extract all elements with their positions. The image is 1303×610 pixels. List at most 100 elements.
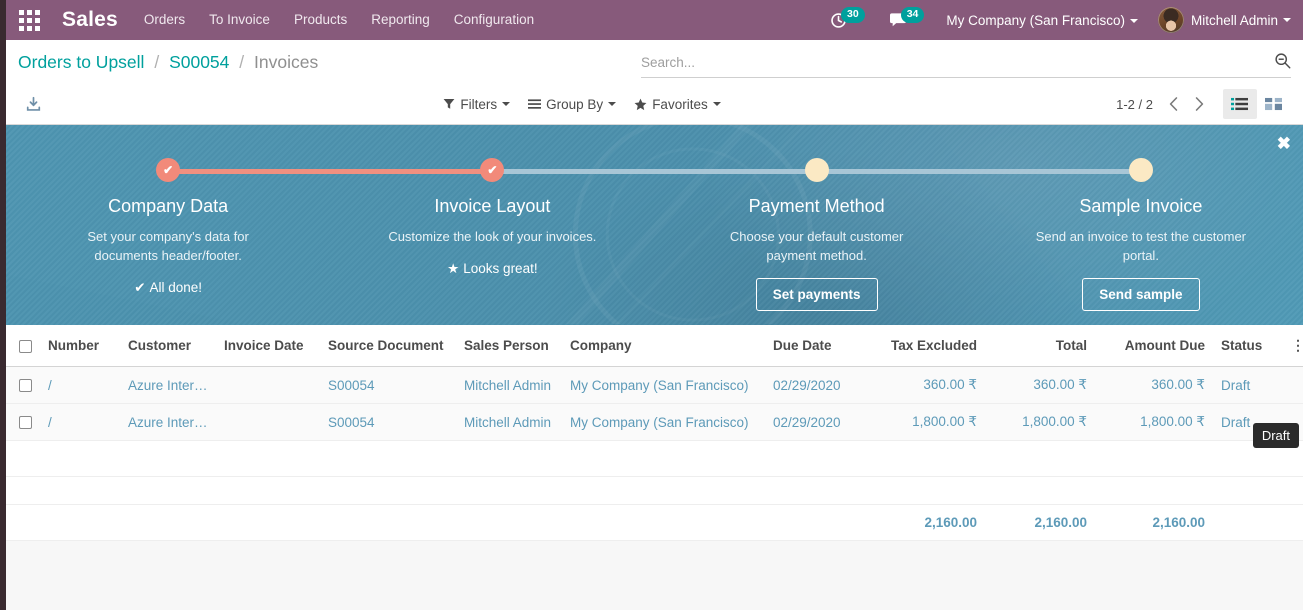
list-view-icon[interactable] [1222,89,1257,119]
column-header-company[interactable]: Company [562,325,765,367]
step-status-dot-done[interactable]: ✔ [480,158,505,182]
cell-invoice-date [216,366,320,404]
pager-previous-button[interactable] [1161,90,1187,118]
chevron-down-icon [1283,18,1291,22]
main-menu: Orders To Invoice Products Reporting Con… [132,0,546,40]
menu-item-configuration[interactable]: Configuration [442,0,546,40]
cell-total: 360.00 ₹ [985,366,1095,404]
menu-item-to-invoice[interactable]: To Invoice [197,0,282,40]
pager-value[interactable]: 1-2 / 2 [1116,97,1161,112]
pager-next-button[interactable] [1187,90,1213,118]
cell-due-date: 02/29/2020 [765,403,857,441]
step-status-label: All done! [149,279,203,295]
column-header-total[interactable]: Total [985,325,1095,367]
apps-menu-button[interactable] [6,0,52,40]
table-header-row: Number Customer Invoice Date Source Docu… [6,325,1303,367]
table-empty-row [6,476,1303,505]
totals-total: 2,160.00 [985,504,1095,541]
cell-source-document: S00054 [320,366,456,404]
row-options-cell [1283,366,1303,404]
breadcrumb-item-order[interactable]: S00054 [169,52,229,72]
invoice-list-view: Draft Number Customer Invoice Date Sourc… [6,325,1303,601]
download-icon[interactable] [18,89,48,119]
search-icon[interactable] [1274,52,1291,74]
totals-label-cell [6,504,857,541]
breadcrumb-separator: / [239,52,245,72]
column-header-source-document[interactable]: Source Document [320,325,456,367]
status-badge: Draft [1213,366,1283,404]
column-header-invoice-date[interactable]: Invoice Date [216,325,320,367]
cell-amount-due: 360.00 ₹ [1095,366,1213,404]
avatar [1157,7,1184,33]
company-name-label: My Company (San Francisco) [946,12,1125,28]
breadcrumb-item-current: Invoices [254,52,319,72]
user-menu-button[interactable]: Mitchell Admin [1144,7,1291,33]
column-header-customer[interactable]: Customer [120,325,216,367]
messaging-count-badge: 34 [900,7,925,23]
send-sample-button[interactable]: Send sample [1082,277,1200,311]
select-all-checkbox[interactable] [18,339,32,353]
filters-label: Filters [460,96,498,112]
row-checkbox[interactable] [18,416,32,430]
filters-dropdown-button[interactable]: Filters [434,97,519,112]
cell-source-document: S00054 [320,403,456,441]
group-by-dropdown-button[interactable]: Group By [519,97,625,112]
step-title[interactable]: Sample Invoice [989,196,1293,217]
company-switcher-button[interactable]: My Company (San Francisco) [936,13,1144,28]
cell-sales-person: Mitchell Admin [456,403,562,441]
check-icon: ✔ [134,279,146,295]
kanban-view-icon[interactable] [1257,89,1291,119]
cell-company: My Company (San Francisco) [562,366,765,404]
step-title[interactable]: Company Data [16,196,320,217]
menu-item-orders[interactable]: Orders [132,0,197,40]
column-options-header: ⋮ [1283,325,1303,367]
step-title[interactable]: Payment Method [665,196,969,217]
onboarding-step-invoice-layout: ✔ Invoice Layout Customize the look of y… [330,153,655,325]
vertical-dots-icon[interactable]: ⋮ [1291,337,1303,353]
column-header-due-date[interactable]: Due Date [765,325,857,367]
activity-menu-button[interactable]: 30 [818,0,877,40]
top-navbar: Sales Orders To Invoice Products Reporti… [6,0,1303,40]
list-bottom-filler [6,541,1303,601]
breadcrumb-separator: / [154,52,160,72]
step-description: Send an invoice to test the customer por… [1035,229,1247,263]
totals-status-cell [1213,504,1283,541]
pager: 1-2 / 2 [1116,90,1213,118]
row-checkbox[interactable] [18,379,32,393]
cell-amount-due: 1,800.00 ₹ [1095,403,1213,441]
search-input[interactable] [641,55,1268,70]
column-header-sales-person[interactable]: Sales Person [456,325,562,367]
status-tooltip: Draft [1252,423,1299,448]
menu-item-reporting[interactable]: Reporting [359,0,442,40]
cell-due-date: 02/29/2020 [765,366,857,404]
step-status-dot-todo[interactable] [804,158,829,182]
favorites-label: Favorites [652,96,708,112]
table-row[interactable]: / Azure Interior S00054 Mitchell Admin M… [6,366,1303,404]
column-header-amount-due[interactable]: Amount Due [1095,325,1213,367]
step-title[interactable]: Invoice Layout [340,196,644,217]
step-status-dot-todo[interactable] [1128,158,1153,182]
breadcrumb-item-root[interactable]: Orders to Upsell [18,52,144,72]
column-header-number[interactable]: Number [40,325,120,367]
favorites-dropdown-button[interactable]: Favorites [625,97,730,112]
table-empty-row [6,440,1303,477]
star-icon: ★ [447,260,460,276]
close-icon[interactable]: ✖ [1277,135,1291,152]
column-header-tax-excluded[interactable]: Tax Excluded [857,325,985,367]
menu-item-products[interactable]: Products [282,0,359,40]
search-bar[interactable] [641,52,1291,78]
messaging-menu-button[interactable]: 34 [877,0,937,40]
cell-total: 1,800.00 ₹ [985,403,1095,441]
cell-tax-excluded: 1,800.00 ₹ [857,403,985,441]
table-row[interactable]: / Azure Interior S00054 Mitchell Admin M… [6,403,1303,441]
cell-customer: Azure Interior [120,366,216,404]
onboarding-step-payment-method: Payment Method Choose your default custo… [654,153,979,325]
row-select-cell [6,403,40,441]
control-panel-bottom-row: Filters Group By Favorites 1-2 / 2 [18,84,1291,124]
step-status-dot-done[interactable]: ✔ [156,158,181,182]
column-header-status[interactable]: Status [1213,325,1283,367]
control-panel-top-row: Orders to Upsell / S00054 / Invoices [18,40,1291,84]
invoice-table-body: / Azure Interior S00054 Mitchell Admin M… [6,366,1303,541]
set-payments-button[interactable]: Set payments [755,277,878,311]
breadcrumb: Orders to Upsell / S00054 / Invoices [18,52,318,73]
